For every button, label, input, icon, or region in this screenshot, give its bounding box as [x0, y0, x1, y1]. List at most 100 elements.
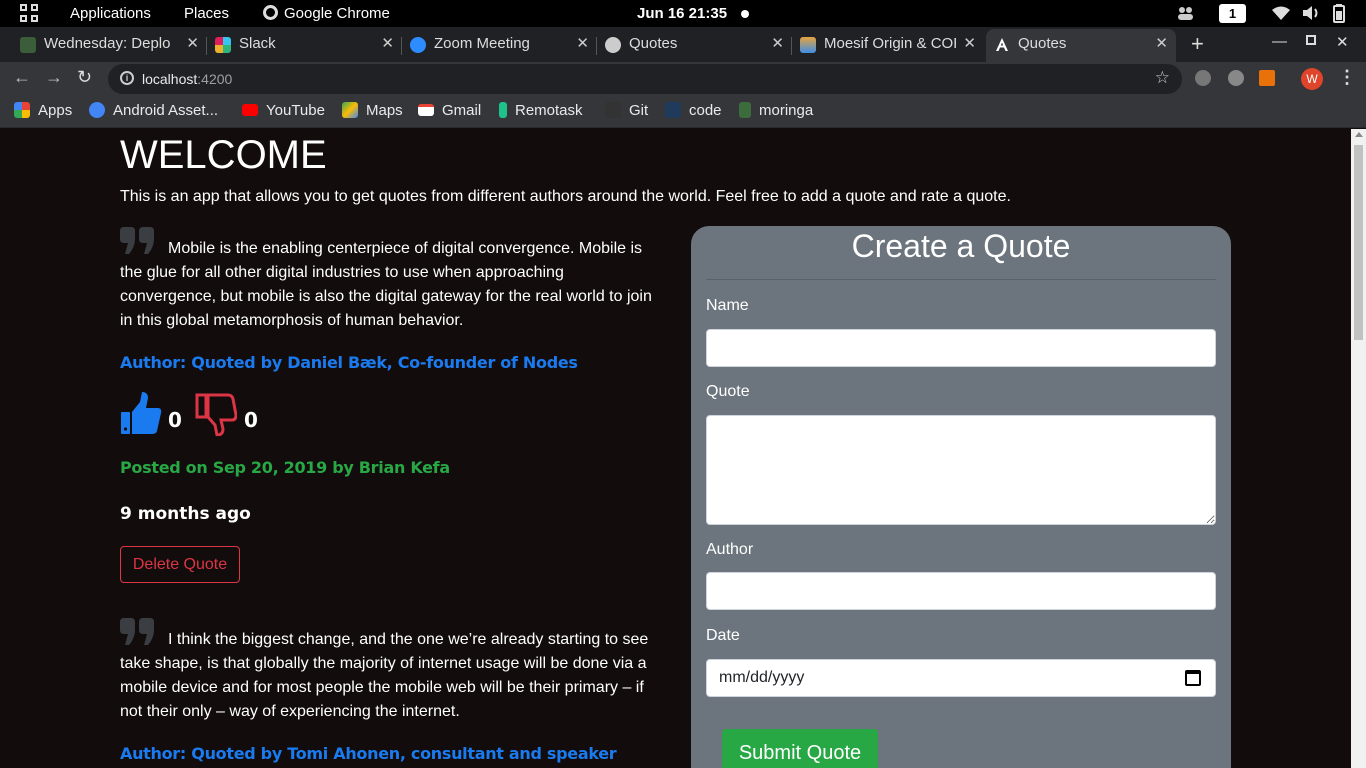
bookmark-label: moringa	[759, 102, 814, 119]
people-icon[interactable]	[1177, 5, 1195, 21]
minimize-icon[interactable]: —	[1272, 33, 1287, 50]
address-url[interactable]: localhost:4200	[142, 71, 232, 87]
chrome-menu-icon[interactable]: ⋮	[1338, 67, 1356, 88]
page-scrollbar[interactable]	[1351, 129, 1366, 768]
gmail-icon	[418, 104, 434, 116]
angular-icon	[996, 38, 1008, 51]
tab-quotes-active[interactable]: Quotes ✕	[986, 29, 1176, 62]
apps-grid-icon	[14, 102, 30, 118]
places-menu[interactable]: Places	[184, 5, 229, 22]
quote-textarea[interactable]	[706, 415, 1216, 525]
quote-text: Mobile is the enabling centerpiece of di…	[120, 240, 652, 329]
tab-zoom-meeting[interactable]: Zoom Meeting ✕	[402, 29, 597, 62]
calendar-icon[interactable]	[1185, 670, 1201, 686]
active-app-menu[interactable]: Google Chrome	[263, 5, 390, 22]
tab-favicon-icon	[20, 37, 36, 53]
address-bar[interactable]: i localhost:4200 ☆	[108, 64, 1182, 94]
date-label: Date	[706, 627, 740, 644]
forward-arrow-icon[interactable]: →	[45, 67, 63, 88]
maximize-icon[interactable]	[1306, 35, 1316, 45]
activities-grid-icon[interactable]	[20, 4, 38, 22]
tab-title: Zoom Meeting	[434, 35, 530, 52]
bookmark-remotask[interactable]: Remotask	[499, 102, 583, 119]
notification-dot-icon	[741, 10, 749, 18]
new-tab-icon[interactable]: +	[1191, 31, 1204, 57]
bookmark-label: Remotask	[515, 102, 583, 119]
bookmark-star-icon[interactable]: ☆	[1155, 68, 1170, 88]
close-tab-icon[interactable]: ✕	[1155, 34, 1168, 52]
moesif-icon	[800, 37, 816, 53]
quote-card: I think the biggest change, and the one …	[120, 618, 660, 763]
page-content: WELCOME This is an app that allows you t…	[0, 129, 1351, 768]
bookmark-youtube[interactable]: YouTube	[242, 102, 325, 119]
bookmark-code[interactable]: code	[665, 102, 722, 119]
thumbs-up-icon[interactable]	[120, 392, 162, 436]
author-input[interactable]	[706, 572, 1216, 610]
maps-icon	[342, 102, 358, 118]
tab-wednesday[interactable]: Wednesday: Deplo ✕	[12, 29, 207, 62]
posted-info: Posted on Sep 20, 2019 by Brian Kefa	[120, 458, 450, 477]
reload-icon[interactable]: ↻	[77, 67, 92, 88]
quote-text: I think the biggest change, and the one …	[120, 631, 649, 720]
page-title: WELCOME	[120, 133, 327, 177]
applications-menu[interactable]: Applications	[70, 5, 151, 22]
close-tab-icon[interactable]: ✕	[771, 34, 784, 52]
android-asset-icon	[89, 102, 105, 118]
tab-moesif[interactable]: Moesif Origin & COR ✕	[792, 29, 984, 62]
tab-slack[interactable]: Slack ✕	[207, 29, 402, 62]
name-input[interactable]	[706, 329, 1216, 367]
bookmark-moringa[interactable]: moringa	[739, 102, 813, 119]
tab-title: Slack	[239, 35, 276, 52]
downvote-count: 0	[244, 408, 258, 432]
close-tab-icon[interactable]: ✕	[381, 34, 394, 52]
bookmark-android-asset[interactable]: Android Asset...	[89, 102, 218, 119]
close-tab-icon[interactable]: ✕	[186, 34, 199, 52]
tab-quotes[interactable]: Quotes ✕	[597, 29, 792, 62]
form-title: Create a Quote	[851, 228, 1071, 264]
bookmark-gmail[interactable]: Gmail	[418, 102, 481, 119]
delete-quote-button[interactable]: Delete Quote	[120, 546, 240, 583]
url-port: :4200	[197, 71, 233, 87]
globe-icon	[605, 37, 621, 53]
name-label: Name	[706, 297, 749, 314]
tab-strip: Wednesday: Deplo ✕ Slack ✕ Zoom Meeting …	[0, 27, 1366, 62]
battery-icon[interactable]	[1333, 4, 1345, 23]
back-arrow-icon[interactable]: ←	[13, 67, 31, 88]
volume-icon[interactable]	[1302, 5, 1320, 21]
bookmark-label: Android Asset...	[113, 102, 219, 119]
scroll-up-arrow-icon[interactable]	[1355, 132, 1363, 137]
youtube-icon	[242, 104, 258, 116]
slack-icon	[215, 37, 231, 53]
close-tab-icon[interactable]: ✕	[576, 34, 589, 52]
code-icon	[665, 102, 681, 118]
time-ago: 9 months ago	[120, 504, 251, 524]
tab-title: Moesif Origin & COR	[824, 35, 956, 52]
wifi-icon[interactable]	[1272, 6, 1290, 20]
clock[interactable]: Jun 16 21:35	[637, 5, 727, 22]
thumbs-down-icon[interactable]	[195, 392, 237, 436]
chrome-icon	[263, 5, 278, 20]
bookmark-apps[interactable]: Apps	[14, 102, 72, 119]
submit-quote-button[interactable]: Submit Quote	[722, 729, 878, 768]
quote-author: Author: Quoted by Daniel Bæk, Co-founder…	[120, 353, 578, 372]
url-host: localhost	[142, 71, 198, 87]
intro-text: This is an app that allows you to get qu…	[120, 188, 1011, 205]
scrollbar-thumb[interactable]	[1354, 145, 1363, 340]
close-tab-icon[interactable]: ✕	[963, 34, 976, 52]
bookmark-maps[interactable]: Maps	[342, 102, 403, 119]
date-input[interactable]: mm/dd/yyyy	[706, 659, 1216, 697]
system-top-bar: Applications Places Google Chrome Jun 16…	[0, 0, 1366, 27]
bookmark-git[interactable]: Git	[605, 102, 648, 119]
form-divider	[706, 279, 1216, 280]
remotask-icon	[499, 102, 507, 118]
close-window-icon[interactable]: ✕	[1336, 33, 1349, 51]
profile-avatar[interactable]: W	[1301, 68, 1323, 90]
extension-icon[interactable]	[1228, 70, 1244, 86]
git-icon	[605, 102, 621, 118]
quote-author: Author: Quoted by Tomi Ahonen, consultan…	[120, 744, 617, 763]
workspace-indicator[interactable]: 1	[1219, 4, 1246, 23]
tab-title: Quotes	[1018, 35, 1067, 52]
cloud-extension-icon[interactable]	[1195, 70, 1211, 86]
cors-extension-icon[interactable]	[1259, 70, 1275, 86]
site-info-icon[interactable]: i	[120, 71, 134, 85]
